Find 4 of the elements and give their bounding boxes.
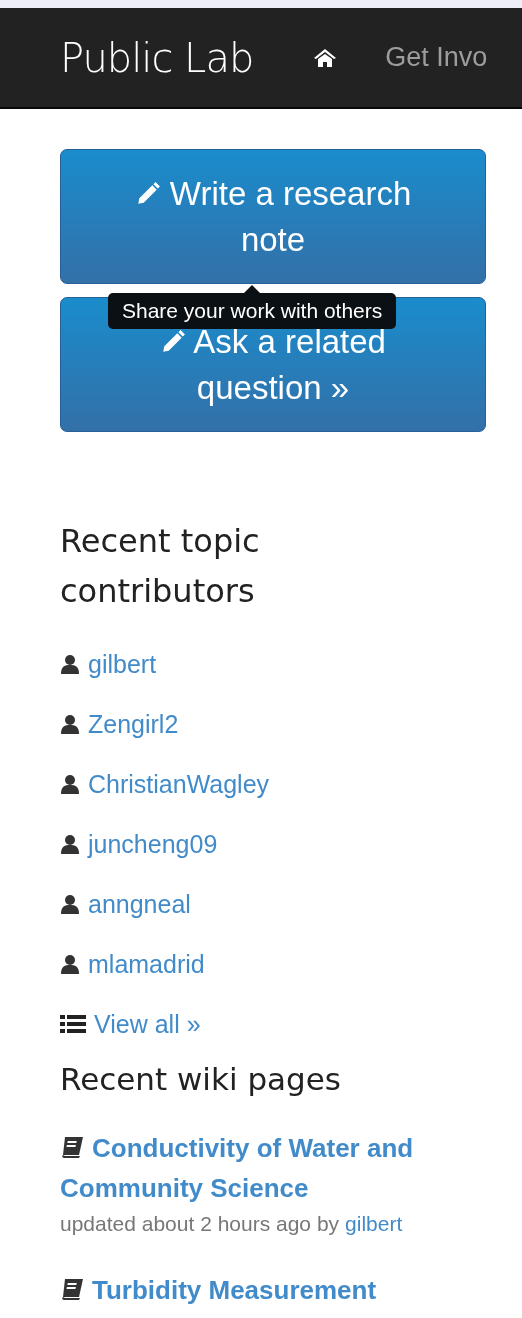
section-heading: Recent topic contributors [60, 521, 261, 612]
tooltip: Share your work with others [108, 293, 397, 329]
update-info: updated about 2 hours ago by [60, 1212, 340, 1235]
section-heading: Recent wiki pages [60, 1060, 342, 1099]
